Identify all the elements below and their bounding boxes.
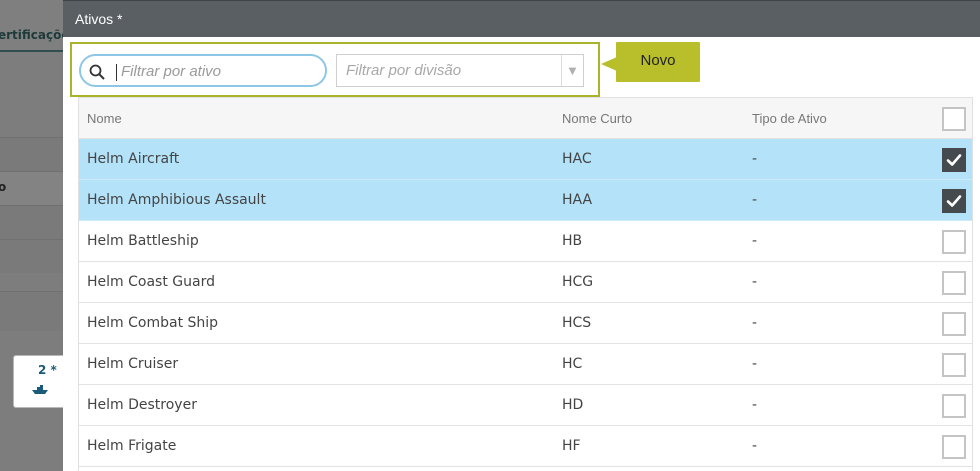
- cell-short-name: HF: [562, 438, 581, 454]
- cell-asset-type: -: [752, 438, 758, 454]
- text-caret: [116, 64, 117, 81]
- cell-short-name: HAA: [562, 192, 593, 208]
- row-checkbox[interactable]: [942, 189, 966, 213]
- table-row[interactable]: Helm Destroyer HD -: [79, 385, 972, 426]
- dropdown-arrow-icon[interactable]: ▼: [561, 55, 583, 86]
- background-card: 2 *: [13, 355, 69, 408]
- checkmark-icon: [946, 195, 962, 207]
- table-header: Nome Nome Curto Tipo de Ativo: [79, 98, 972, 139]
- cell-name: Helm Coast Guard: [87, 274, 215, 290]
- filter-bar: Filtrar por divisão ▼: [70, 42, 600, 97]
- cell-name: Helm Amphibious Assault: [87, 192, 266, 208]
- cell-asset-type: -: [752, 397, 758, 413]
- division-placeholder: Filtrar por divisão: [346, 62, 462, 79]
- background-side-label: o: [0, 180, 7, 194]
- background-band: [0, 291, 63, 331]
- modal-title: Ativos *: [75, 11, 123, 27]
- row-checkbox[interactable]: [942, 148, 966, 172]
- cell-short-name: HB: [562, 233, 583, 249]
- cell-short-name: HCG: [562, 274, 594, 290]
- table-row[interactable]: Helm Aircraft HAC -: [79, 139, 972, 180]
- table-body: Helm Aircraft HAC - Helm Amphibious Assault…: [79, 139, 972, 467]
- row-checkbox[interactable]: [942, 394, 966, 418]
- table-row[interactable]: Helm Amphibious Assault HAA -: [79, 180, 972, 221]
- select-all-checkbox[interactable]: [942, 107, 966, 131]
- cell-name: Helm Destroyer: [87, 397, 197, 413]
- background-band: [0, 205, 63, 239]
- cell-asset-type: -: [752, 315, 758, 331]
- cell-name: Helm Frigate: [87, 438, 177, 454]
- background-card-count: 2 *: [38, 363, 57, 377]
- row-checkbox[interactable]: [942, 353, 966, 377]
- table-row[interactable]: Helm Frigate HF -: [79, 426, 972, 467]
- row-checkbox[interactable]: [942, 230, 966, 254]
- row-checkbox[interactable]: [942, 312, 966, 336]
- cell-asset-type: -: [752, 233, 758, 249]
- row-checkbox[interactable]: [942, 435, 966, 459]
- table-row[interactable]: Helm Combat Ship HCS -: [79, 303, 972, 344]
- cell-name: Helm Cruiser: [87, 356, 179, 372]
- division-select[interactable]: Filtrar por divisão ▼: [336, 54, 584, 87]
- callout-pointer: [601, 57, 617, 71]
- assets-table: Nome Nome Curto Tipo de Ativo Helm Aircr…: [78, 97, 973, 471]
- column-header-asset-type[interactable]: Tipo de Ativo: [752, 111, 827, 126]
- column-header-name[interactable]: Nome: [87, 111, 122, 126]
- background-band: [0, 171, 63, 205]
- new-callout: Novo: [616, 42, 700, 82]
- table-row[interactable]: Helm Battleship HB -: [79, 221, 972, 262]
- cell-short-name: HCS: [562, 315, 592, 331]
- background-band: [0, 239, 63, 273]
- table-row[interactable]: Helm Coast Guard HCG -: [79, 262, 972, 303]
- cell-name: Helm Battleship: [87, 233, 199, 249]
- search-field[interactable]: [79, 54, 327, 87]
- modal-header: Ativos *: [63, 0, 980, 37]
- cell-name: Helm Combat Ship: [87, 315, 219, 331]
- cell-short-name: HD: [562, 397, 584, 413]
- cell-asset-type: -: [752, 192, 758, 208]
- background-tab: ertificaçõe: [0, 0, 63, 52]
- cell-name: Helm Aircraft: [87, 151, 180, 167]
- cell-short-name: HAC: [562, 151, 592, 167]
- column-header-short-name[interactable]: Nome Curto: [562, 111, 632, 126]
- background-band: [0, 137, 63, 171]
- assets-modal: Ativos * Filtrar por divisão ▼ Novo Nome…: [63, 0, 980, 471]
- background-tab-label: ertificaçõe: [0, 28, 63, 42]
- checkmark-icon: [946, 154, 962, 166]
- row-checkbox[interactable]: [942, 271, 966, 295]
- search-icon: [89, 64, 105, 84]
- search-input[interactable]: [121, 60, 311, 82]
- cell-short-name: HC: [562, 356, 583, 372]
- boat-icon: [31, 380, 49, 399]
- cell-asset-type: -: [752, 274, 758, 290]
- cell-asset-type: -: [752, 356, 758, 372]
- table-row[interactable]: Helm Cruiser HC -: [79, 344, 972, 385]
- cell-asset-type: -: [752, 151, 758, 167]
